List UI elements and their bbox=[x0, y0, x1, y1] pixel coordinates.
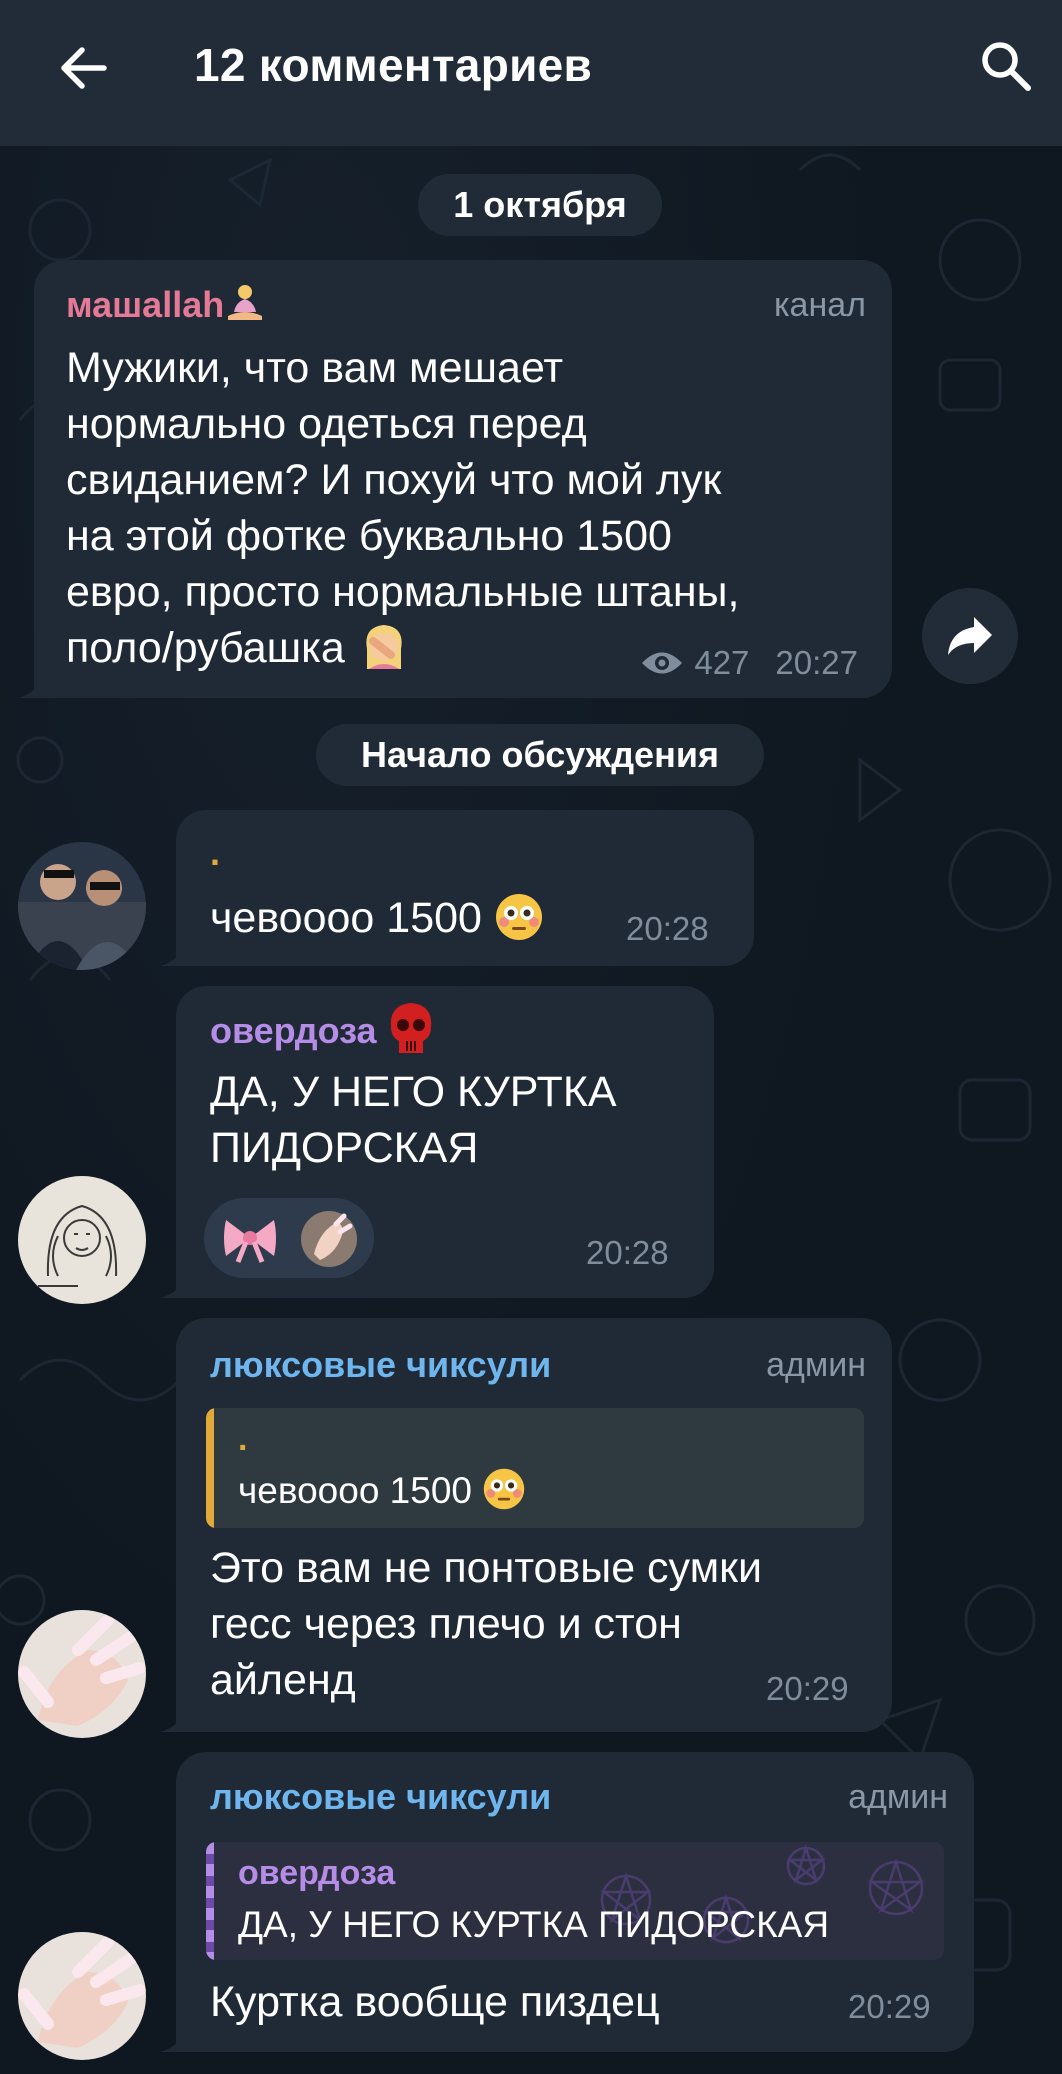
avatar-photo bbox=[18, 842, 146, 970]
quote-text-content: чевоооо 1500 bbox=[238, 1470, 472, 1511]
comment-bubble[interactable]: люксовые чиксули админ . чевоооо 1500 Эт… bbox=[160, 1318, 892, 1732]
bubble-tail bbox=[160, 1704, 188, 1732]
comment-bubble[interactable]: люксовые чиксули админ овердоза ДА, У НЕ… bbox=[160, 1752, 974, 2052]
page-title: 12 комментариев bbox=[194, 39, 593, 91]
reply-quote[interactable]: овердоза ДА, У НЕГО КУРТКА ПИДОРСКАЯ bbox=[206, 1842, 944, 1960]
comment-time: 20:28 bbox=[586, 1234, 669, 1271]
discussion-start-pill: Начало обсуждения bbox=[316, 724, 764, 786]
comment-role: админ bbox=[766, 1346, 866, 1384]
meditation-emoji-icon bbox=[228, 285, 263, 321]
comment-text-line: гесс через плечо и стон bbox=[210, 1600, 682, 1648]
post-text-line: на этой фотке буквально 1500 bbox=[66, 512, 672, 560]
post-time: 20:27 bbox=[775, 644, 858, 681]
red-skull-emoji-icon bbox=[390, 1003, 431, 1054]
search-icon bbox=[982, 42, 1031, 91]
reactions-bar[interactable] bbox=[204, 1198, 374, 1278]
comment-text: чевоооо 1500 bbox=[210, 890, 544, 946]
comment-author[interactable]: овердоза bbox=[210, 1003, 435, 1055]
flushed-face-emoji-icon bbox=[484, 1468, 525, 1510]
forward-arrow-icon bbox=[948, 617, 992, 655]
comment-author[interactable]: люксовые чиксули bbox=[210, 1776, 551, 1818]
comment-author[interactable]: люксовые чиксули bbox=[210, 1344, 551, 1386]
quote-text: чевоооо 1500 bbox=[238, 1468, 526, 1512]
post-author-name: машallah bbox=[66, 284, 225, 325]
avatar-nails-photo bbox=[18, 1932, 146, 2060]
quote-accent-bar bbox=[206, 1408, 214, 1528]
comment-text: ДА, У НЕГО КУРТКА ПИДОРСКАЯ bbox=[210, 1064, 617, 1176]
post-role: канал bbox=[773, 286, 866, 324]
comment-time: 20:29 bbox=[848, 1988, 931, 2025]
quote-accent-bar bbox=[206, 1842, 214, 1960]
post-text: Мужики, что вам мешает нормально одеться… bbox=[66, 340, 886, 676]
forward-button[interactable] bbox=[922, 588, 1018, 684]
comment-text-line: ПИДОРСКАЯ bbox=[210, 1124, 479, 1172]
avatar[interactable] bbox=[18, 842, 146, 970]
comment-text-line: Это вам не понтовые сумки bbox=[210, 1544, 762, 1592]
avatar[interactable] bbox=[18, 1932, 146, 2060]
quote-text: ДА, У НЕГО КУРТКА ПИДОРСКАЯ bbox=[238, 1904, 830, 1945]
reply-quote[interactable]: . чевоооо 1500 bbox=[206, 1408, 864, 1528]
post-text-line: Мужики, что вам мешает bbox=[66, 344, 564, 392]
comment-role: админ bbox=[848, 1778, 948, 1816]
channel-post[interactable]: машallah канал Мужики, что вам мешает но… bbox=[18, 260, 892, 698]
post-text-line: свиданием? И похуй что мой лук bbox=[66, 456, 722, 504]
post-author[interactable]: машallah bbox=[66, 284, 266, 326]
flushed-face-emoji-icon bbox=[495, 893, 542, 940]
comment-time: 20:29 bbox=[766, 1670, 849, 1707]
comment-text: Это вам не понтовые сумки гесс через пле… bbox=[210, 1540, 762, 1708]
top-bar: 12 комментариев bbox=[0, 0, 1062, 146]
comment-text-line: ДА, У НЕГО КУРТКА bbox=[210, 1068, 617, 1116]
comment-bubble[interactable]: . чевоооо 1500 20:28 bbox=[160, 810, 754, 966]
post-text-line: поло/рубашка bbox=[66, 624, 345, 672]
bubble-tail bbox=[160, 2024, 188, 2052]
comment-text: Куртка вообще пиздец bbox=[210, 1978, 660, 2026]
back-button[interactable] bbox=[52, 36, 116, 100]
avatar-sketch bbox=[18, 1176, 146, 1304]
comment-author-name: овердоза bbox=[210, 1010, 377, 1051]
discussion-start-label: Начало обсуждения bbox=[361, 734, 719, 775]
post-text-line: евро, просто нормальные штаны, bbox=[66, 568, 740, 616]
post-text-line: нормально одеться перед bbox=[66, 400, 587, 448]
comment-text-line: айленд bbox=[210, 1656, 356, 1704]
arrow-left-icon bbox=[61, 47, 107, 89]
bubble-tail bbox=[160, 1270, 188, 1298]
date-pill: 1 октября bbox=[418, 174, 662, 236]
avatar[interactable] bbox=[18, 1610, 146, 1738]
comment-author[interactable]: . bbox=[210, 832, 220, 874]
eye-icon bbox=[642, 652, 683, 674]
facepalm-emoji-icon bbox=[366, 624, 402, 669]
avatar-nails-photo bbox=[18, 1610, 146, 1738]
avatar[interactable] bbox=[18, 1176, 146, 1304]
quote-author: . bbox=[238, 1420, 248, 1458]
bow-emoji-icon[interactable] bbox=[222, 1212, 278, 1264]
comment-text-content: чевоооо 1500 bbox=[210, 894, 482, 942]
nails-emoji-icon[interactable] bbox=[300, 1210, 358, 1268]
comment-time: 20:28 bbox=[626, 910, 709, 947]
search-button[interactable] bbox=[972, 32, 1040, 100]
bubble-tail bbox=[160, 938, 188, 966]
date-label: 1 октября bbox=[453, 184, 627, 225]
bubble-tail bbox=[18, 670, 46, 698]
quote-author: овердоза bbox=[238, 1854, 396, 1892]
post-meta: 427 20:27 bbox=[640, 644, 858, 682]
view-count: 427 bbox=[694, 644, 750, 681]
